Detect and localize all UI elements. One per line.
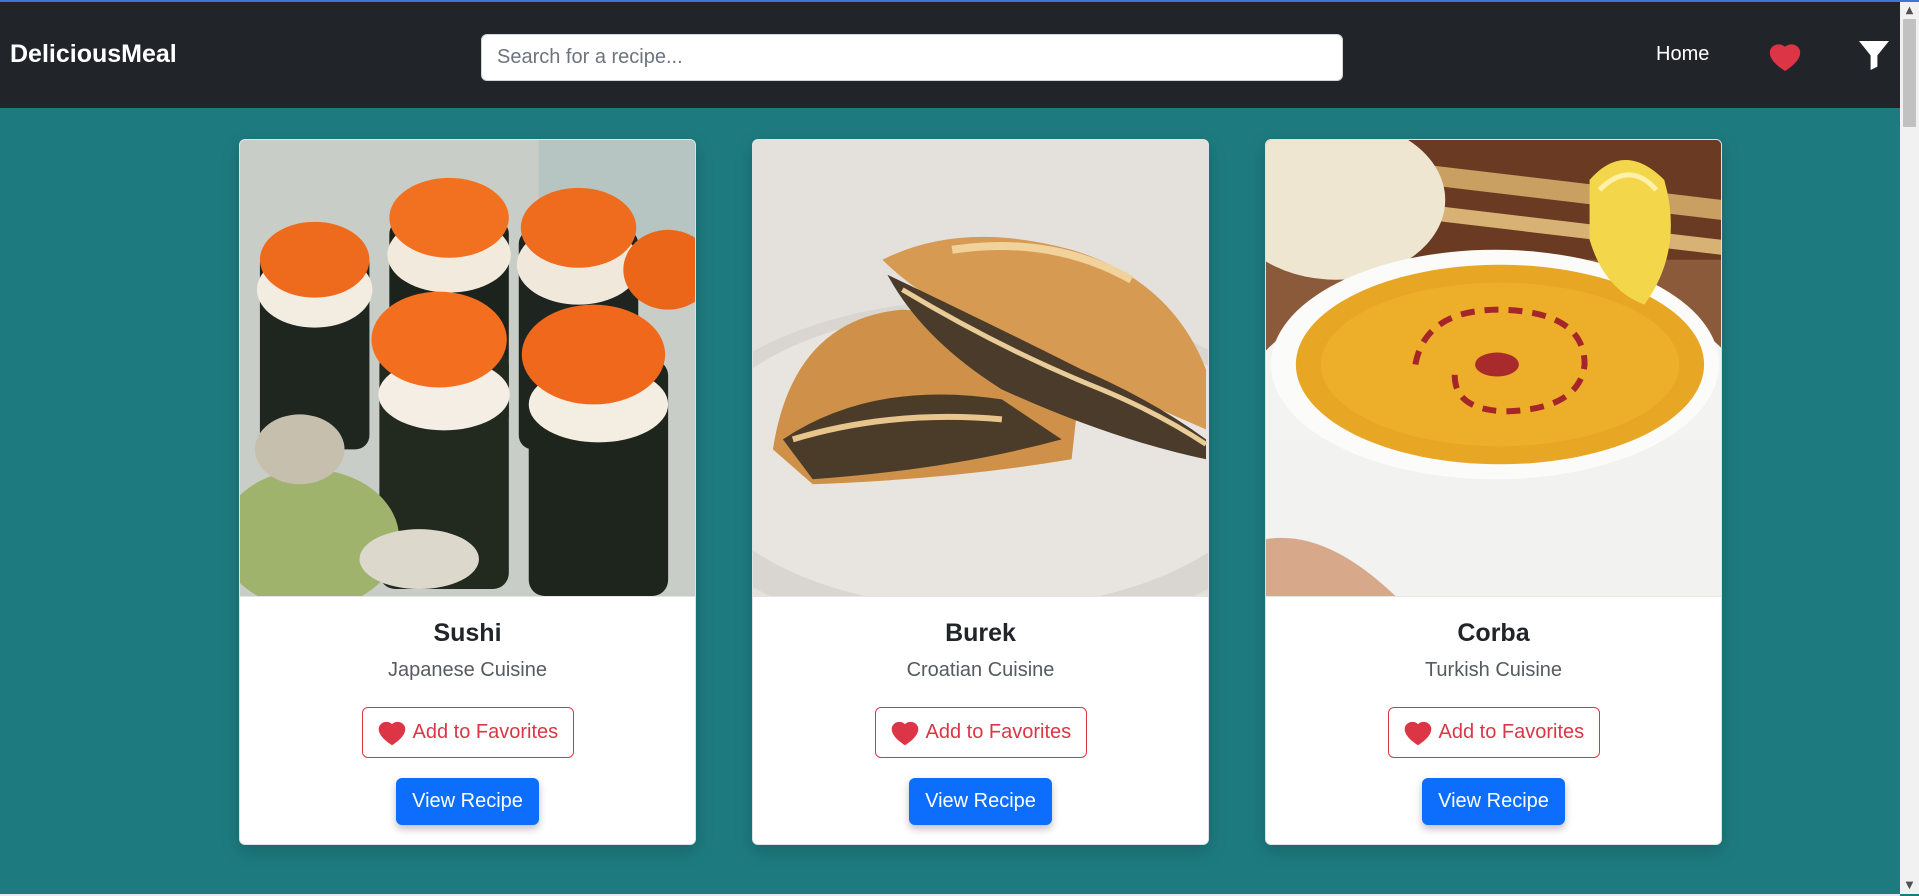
recipe-title: Corba [1457, 619, 1530, 647]
recipe-card-burek: Burek Croatian Cuisine Add to Favorites … [752, 139, 1209, 845]
recipe-cuisine: Japanese Cuisine [388, 659, 547, 681]
view-recipe-button[interactable]: View Recipe [396, 778, 539, 825]
nav-home-link[interactable]: Home [1656, 43, 1709, 66]
scrollbar-thumb[interactable] [1903, 19, 1916, 127]
scroll-down-arrow-icon[interactable]: ▼ [1900, 877, 1919, 894]
recipe-grid: Sushi Japanese Cuisine Add to Favorites … [239, 139, 1723, 845]
scroll-up-arrow-icon[interactable]: ▲ [1900, 2, 1919, 19]
recipe-cuisine: Turkish Cuisine [1424, 659, 1563, 681]
favorites-heart-icon[interactable] [1768, 41, 1802, 73]
recipe-title: Burek [945, 619, 1016, 647]
add-to-favorites-button[interactable]: Add to Favorites [361, 707, 574, 758]
add-to-favorites-button[interactable]: Add to Favorites [874, 707, 1087, 758]
navbar: DeliciousMeal Home [0, 2, 1900, 108]
corba-photo [1266, 140, 1721, 597]
vertical-scrollbar[interactable]: ▲ ▼ [1900, 2, 1919, 894]
recipe-card-corba: Corba Turkish Cuisine Add to Favorites V… [1265, 139, 1722, 845]
heart-icon [891, 721, 918, 745]
recipe-card-sushi: Sushi Japanese Cuisine Add to Favorites … [239, 139, 696, 845]
recipe-title: Sushi [433, 619, 502, 647]
heart-icon [378, 721, 405, 745]
add-to-favorites-label: Add to Favorites [925, 721, 1072, 743]
filter-icon[interactable] [1858, 38, 1890, 70]
brand-logo[interactable]: DeliciousMeal [10, 40, 177, 69]
recipe-cuisine: Croatian Cuisine [906, 659, 1055, 681]
view-recipe-button[interactable]: View Recipe [1422, 778, 1565, 825]
burek-photo [753, 140, 1208, 597]
sushi-photo [240, 140, 695, 597]
view-recipe-button[interactable]: View Recipe [909, 778, 1052, 825]
heart-icon [1404, 721, 1431, 745]
search-input[interactable] [481, 34, 1343, 81]
add-to-favorites-button[interactable]: Add to Favorites [1387, 707, 1600, 758]
add-to-favorites-label: Add to Favorites [412, 721, 559, 743]
add-to-favorites-label: Add to Favorites [1438, 721, 1585, 743]
